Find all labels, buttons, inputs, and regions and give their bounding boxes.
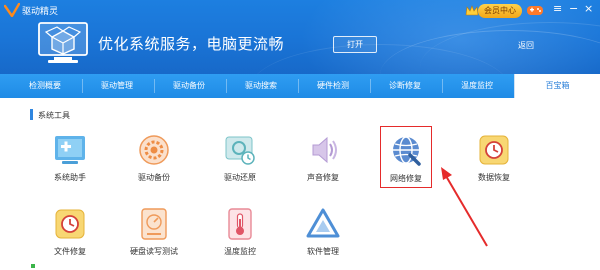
tool-network-repair[interactable]: 网络修复 [380, 126, 432, 188]
vip-center-button[interactable]: 会员中心 [478, 4, 522, 18]
tool-label: 软件管理 [307, 247, 339, 256]
tool-label: 系统助手 [54, 173, 86, 182]
software-manager-icon [306, 208, 340, 238]
tool-label: 驱动备份 [138, 173, 170, 182]
banner-slogan: 优化系统服务，电脑更流畅 [98, 35, 285, 53]
open-button[interactable]: 打开 [333, 36, 377, 53]
tab-driver-search[interactable]: 驱动搜索 [226, 74, 296, 98]
tool-label: 网络修复 [390, 174, 422, 183]
disk-test-icon [141, 208, 167, 240]
minimize-icon[interactable]: − [569, 2, 578, 16]
tool-data-recovery[interactable]: 数据恢复 [458, 132, 530, 194]
tab-diagnose-repair[interactable]: 诊断修复 [370, 74, 440, 98]
tab-overview[interactable]: 检测概要 [10, 74, 80, 98]
tab-driver-manage[interactable]: 驱动管理 [82, 74, 152, 98]
section-marker [30, 109, 33, 120]
tool-disk-test[interactable]: 硬盘读写测试 [118, 206, 190, 268]
tool-driver-restore[interactable]: 驱动还原 [204, 132, 276, 194]
network-repair-icon [393, 136, 421, 166]
tool-label: 声音修复 [307, 173, 339, 182]
menu-icon[interactable]: ≡ [553, 2, 562, 16]
system-assistant-icon [55, 136, 85, 164]
tool-system-assistant[interactable]: 系统助手 [34, 132, 106, 194]
tool-sound-repair[interactable]: 声音修复 [287, 132, 359, 194]
tool-file-repair[interactable]: 文件修复 [34, 206, 106, 268]
back-link[interactable]: 返回 [518, 40, 534, 51]
tab-temperature[interactable]: 温度监控 [442, 74, 512, 98]
section-title: 系统工具 [38, 111, 70, 120]
sound-repair-icon [312, 136, 337, 164]
tool-label: 文件修复 [54, 247, 86, 256]
data-recovery-icon [479, 135, 509, 165]
tab-hardware-check[interactable]: 硬件检测 [298, 74, 368, 98]
file-repair-icon [55, 209, 85, 239]
tool-label: 温度监控 [224, 247, 256, 256]
temperature-icon [228, 208, 252, 240]
header-banner: 驱动精灵 会员中心 ≡ − × 优化系统服务，电脑更流畅 打开 返回 [0, 0, 600, 74]
close-icon[interactable]: × [584, 2, 593, 16]
driver-backup-icon [139, 135, 169, 165]
driver-restore-icon [225, 136, 255, 165]
gamepad-icon[interactable] [526, 3, 544, 17]
app-title: 驱动精灵 [22, 7, 59, 17]
main-tab-bar: 检测概要 驱动管理 驱动备份 驱动搜索 硬件检测 诊断修复 温度监控 百宝箱 [0, 74, 600, 98]
tab-toolbox[interactable]: 百宝箱 [514, 74, 600, 98]
toolbox-panel: 系统工具 系统助手 驱动备份 驱动还原 声音修复 网络修复 数据恢复 文件修复 … [0, 98, 600, 270]
app-logo-icon [4, 3, 20, 17]
tool-software-manager[interactable]: 软件管理 [287, 206, 359, 268]
tool-label: 驱动还原 [224, 173, 256, 182]
tool-label: 数据恢复 [478, 173, 510, 182]
status-indicator [31, 264, 35, 268]
tool-label: 硬盘读写测试 [130, 247, 178, 256]
tab-driver-backup[interactable]: 驱动备份 [154, 74, 224, 98]
tool-temperature[interactable]: 温度监控 [204, 206, 276, 268]
tool-driver-backup[interactable]: 驱动备份 [118, 132, 190, 194]
monitor-toolbox-icon [38, 22, 88, 63]
crown-icon [465, 5, 479, 16]
